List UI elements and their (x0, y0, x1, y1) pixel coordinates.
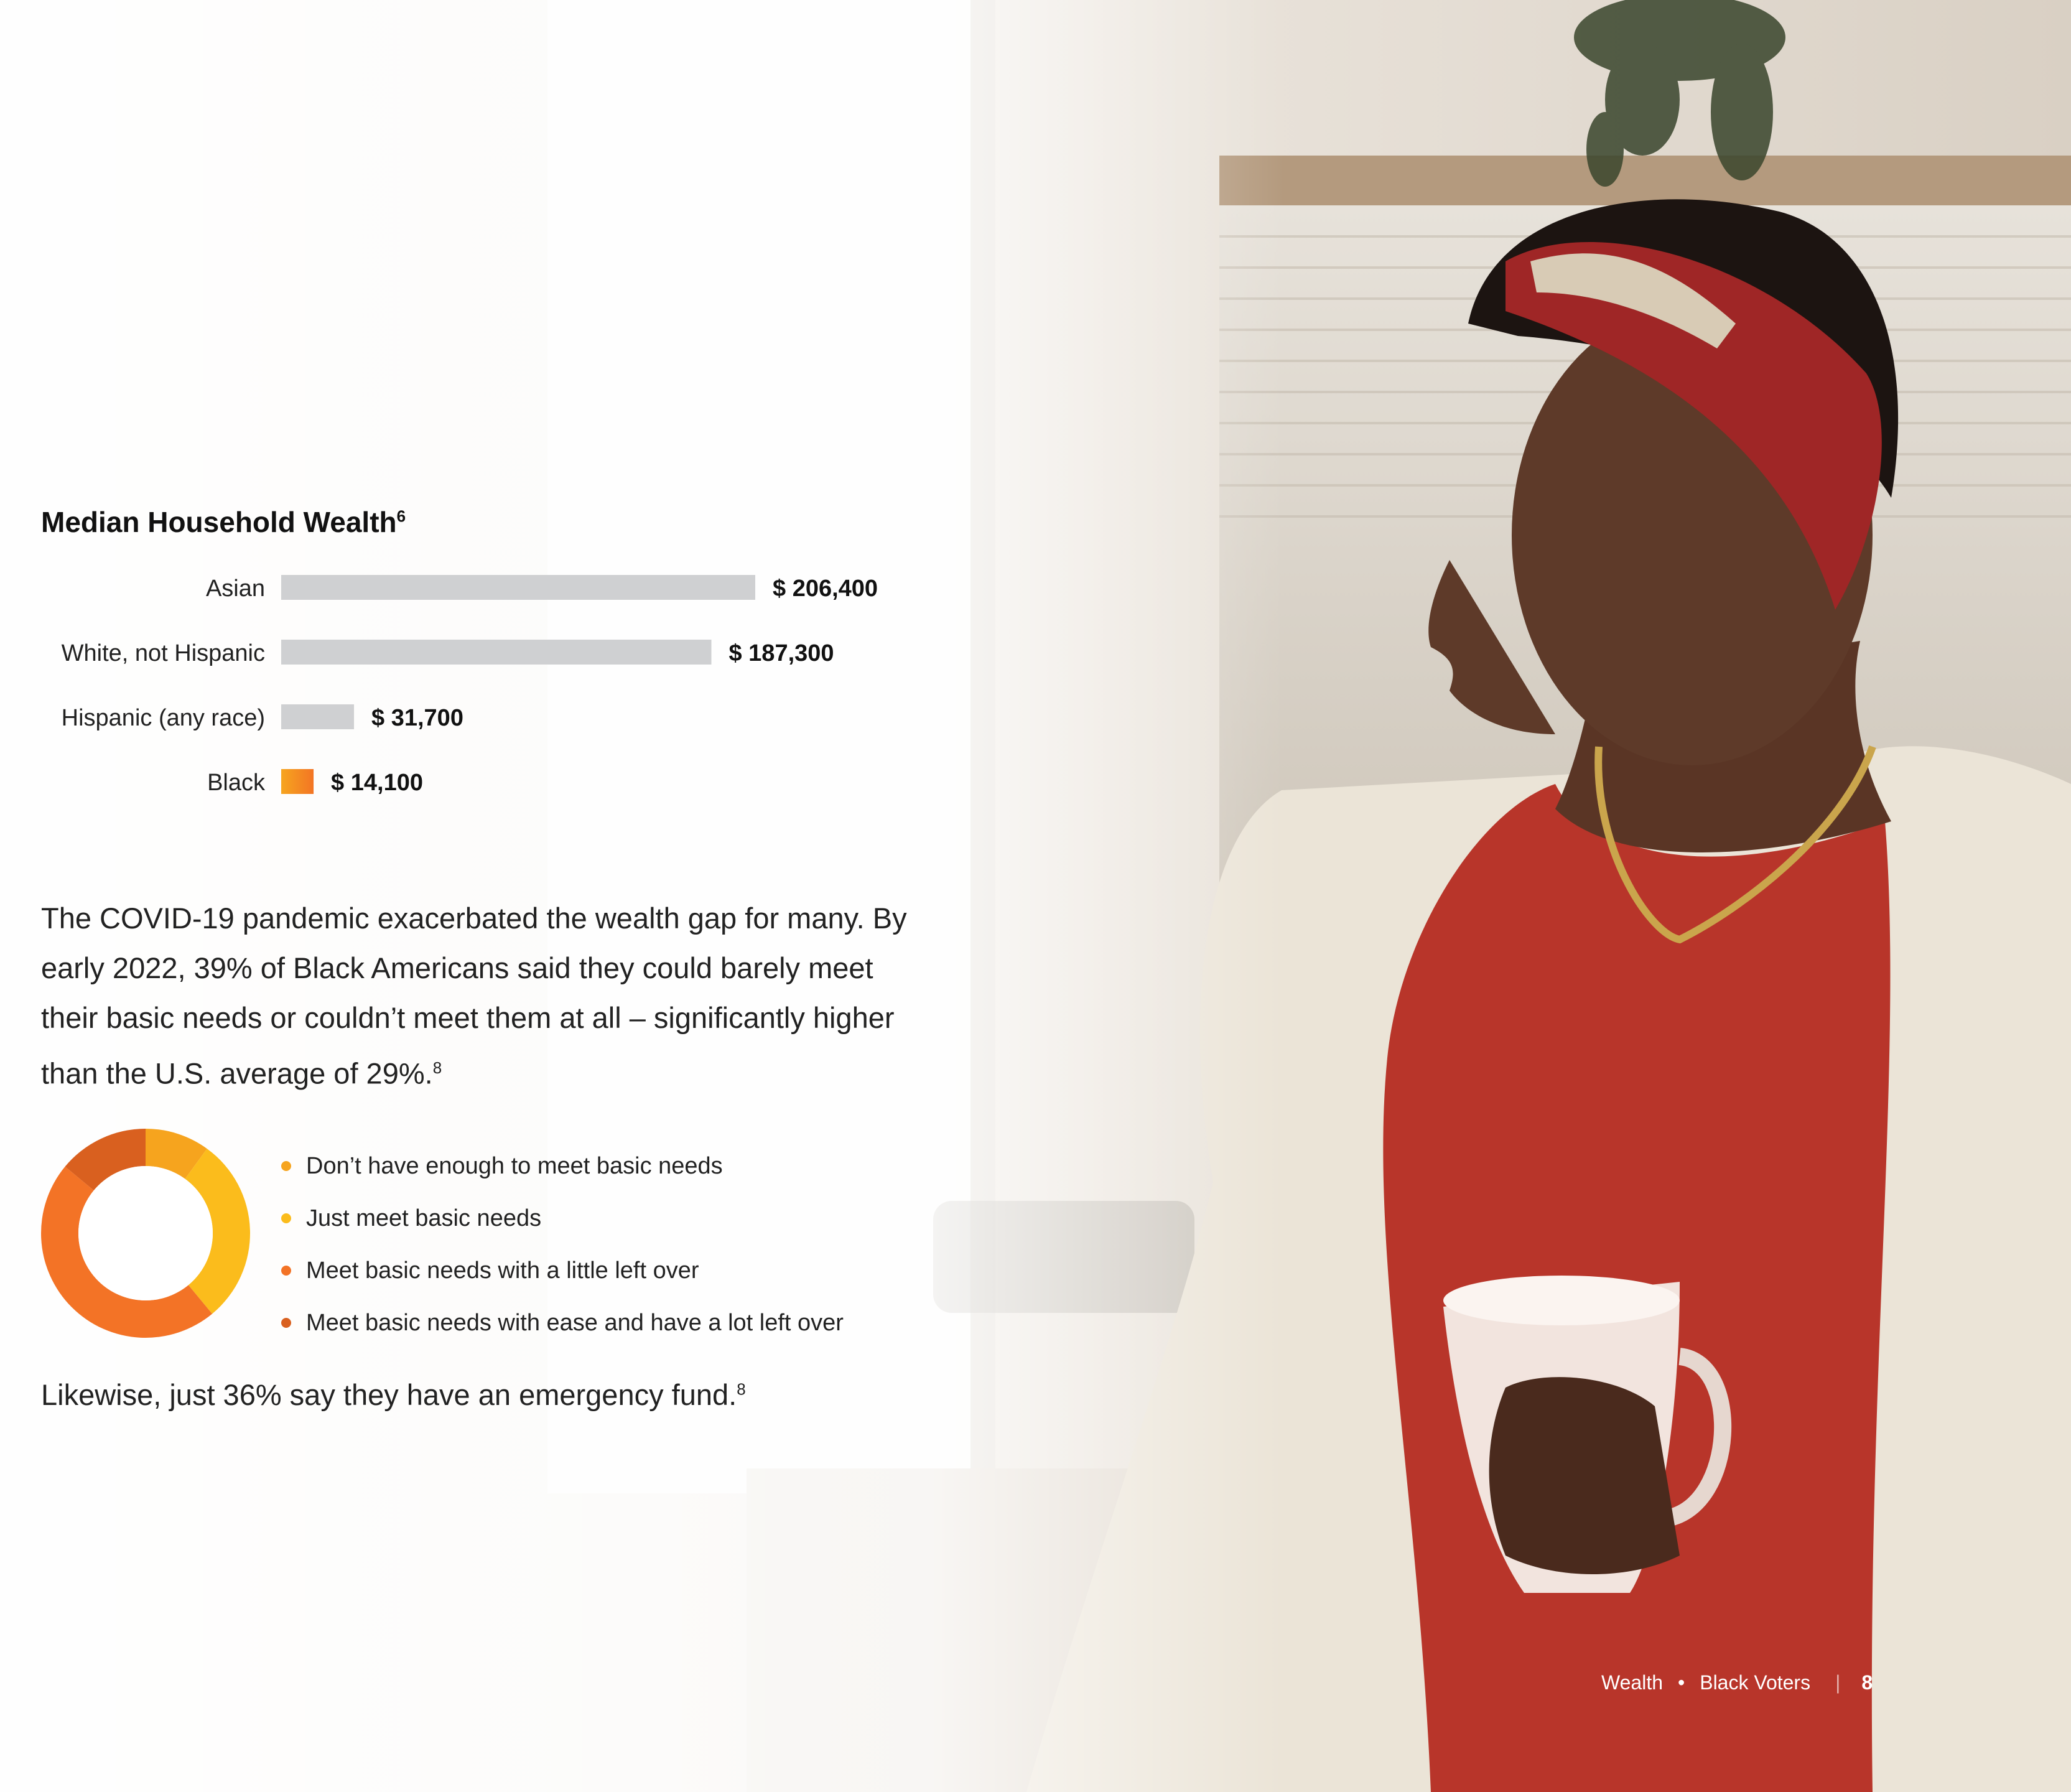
legend-item: Don’t have enough to meet basic needs (281, 1140, 844, 1192)
bar-value-label: $ 14,100 (331, 770, 423, 796)
bar-category-label: Asian (206, 576, 265, 602)
footer-section: Wealth (1601, 1671, 1664, 1694)
donut-hole (78, 1166, 213, 1300)
bar (281, 640, 712, 665)
bar-chart: Asian $ 206,400 White, not Hispanic $ 187,3… (62, 575, 878, 796)
body-paragraph-emergency-fund: Likewise, just 36% say they have an emer… (41, 1378, 746, 1411)
legend-dot (281, 1318, 291, 1328)
page-footer: Wealth • Black Voters | 8 (1601, 1671, 1873, 1694)
legend-label: Don’t have enough to meet basic needs (306, 1152, 723, 1179)
legend-label: Meet basic needs with ease and have a lo… (306, 1309, 844, 1336)
legend-dot (281, 1161, 291, 1171)
chart-title-footnote: 6 (396, 506, 406, 526)
legend-item: Just meet basic needs (281, 1192, 844, 1244)
footer-divider: | (1835, 1671, 1841, 1694)
donut-chart (41, 1129, 250, 1338)
page-number: 8 (1861, 1671, 1873, 1694)
bar-category-label: Hispanic (any race) (62, 705, 265, 731)
bar (281, 575, 755, 600)
donut-legend: Don’t have enough to meet basic needs Ju… (281, 1140, 844, 1349)
legend-dot (281, 1266, 291, 1276)
legend-item: Meet basic needs with ease and have a lo… (281, 1297, 844, 1349)
paragraph2-footnote: 8 (737, 1379, 746, 1399)
bar (281, 704, 355, 729)
legend-label: Just meet basic needs (306, 1205, 542, 1231)
bar-category-label: Black (207, 770, 266, 796)
bar-category-label: White, not Hispanic (62, 640, 265, 666)
footer-topic: Black Voters (1700, 1671, 1811, 1694)
chart-title: Median Household Wealth6 (41, 506, 406, 538)
paragraph1-footnote: 8 (432, 1058, 442, 1077)
legend-label: Meet basic needs with a little left over (306, 1257, 699, 1284)
legend-item: Meet basic needs with a little left over (281, 1244, 844, 1297)
bar (281, 769, 314, 794)
legend-dot (281, 1213, 291, 1223)
bar-value-label: $ 206,400 (773, 576, 878, 602)
bar-value-label: $ 31,700 (371, 705, 463, 731)
body-paragraph-covid: The COVID-19 pandemic exacerbated the we… (41, 902, 907, 1090)
footer-bullet: • (1678, 1671, 1685, 1694)
bar-value-label: $ 187,300 (728, 640, 834, 666)
